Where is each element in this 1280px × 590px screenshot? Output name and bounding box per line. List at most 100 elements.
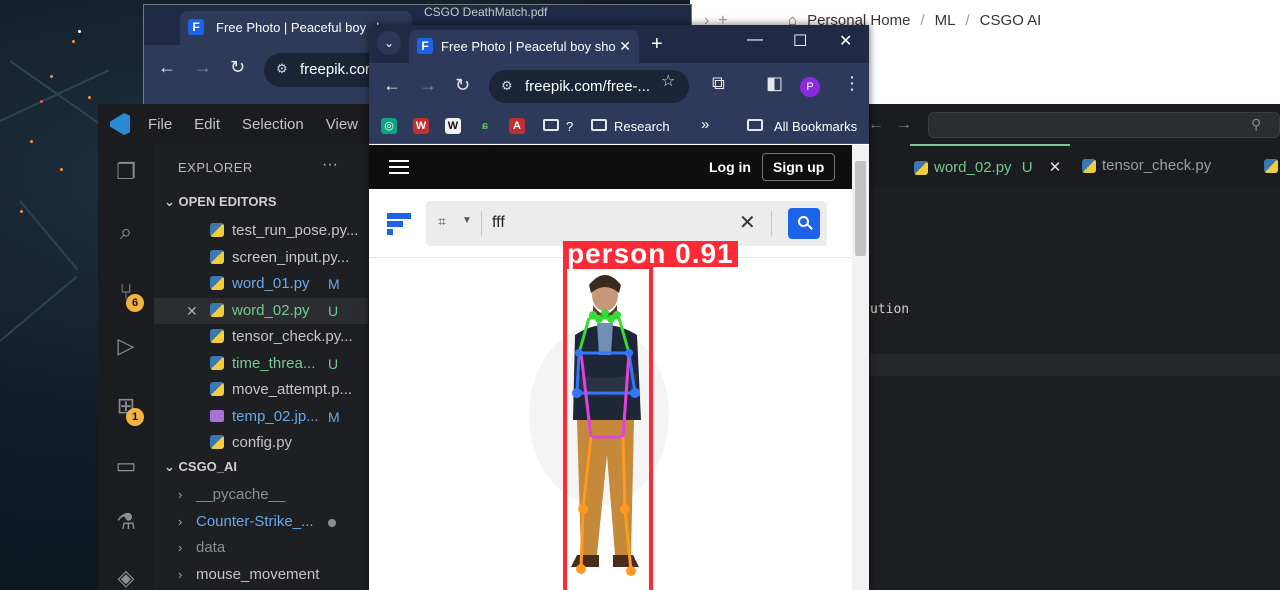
file-name: time_threa... (232, 354, 316, 372)
chevron-down-icon[interactable]: ▼ (462, 215, 472, 226)
open-editor-item[interactable]: word_01.py M (154, 271, 368, 297)
detection-label: person 0.91 (563, 240, 738, 268)
chatgpt-bookmark-icon[interactable]: ◎ (381, 118, 397, 134)
bookmark-folder-research[interactable]: Research (614, 119, 670, 134)
forward-arrow-icon[interactable]: → (194, 57, 212, 78)
breadcrumb-item[interactable]: CSGO AI (980, 12, 1042, 29)
pdf-bookmark-icon[interactable]: A (509, 118, 525, 134)
open-editor-item[interactable]: screen_input.py... (154, 245, 368, 271)
folder-icon (591, 119, 607, 131)
file-name: test_run_pose.py... (232, 222, 359, 239)
tab-overflow[interactable] (1260, 144, 1280, 188)
freepik-page: Log in Sign up ⌗ ▼ fff ✕ person 0.91 (369, 145, 852, 590)
open-editor-item[interactable]: move_attempt.p... (154, 377, 368, 403)
maximize-icon[interactable]: ☐ (793, 31, 807, 51)
all-bookmarks[interactable]: All Bookmarks (774, 119, 857, 134)
python-icon[interactable]: ◈ (112, 564, 140, 590)
open-editor-item[interactable]: time_threa... U (154, 351, 368, 377)
page-scrollbar[interactable] (852, 145, 869, 590)
bookmark-folder-unnamed[interactable]: ? (566, 119, 573, 134)
address-bar[interactable]: ⚙ freepik.com/free-... (489, 70, 689, 103)
git-status: M (328, 276, 340, 292)
site-info-icon[interactable]: ⚙ (276, 61, 288, 77)
nav-forward-icon[interactable]: → (896, 116, 912, 134)
menu-file[interactable]: File (148, 116, 172, 133)
forward-arrow-icon[interactable]: → (419, 75, 437, 96)
signup-button[interactable]: Sign up (762, 153, 836, 181)
tab-search-icon[interactable]: ⌄ (377, 31, 401, 55)
scrollbar-thumb[interactable] (855, 161, 866, 256)
modified-dot-icon (328, 518, 336, 527)
project-header[interactable]: ⌄ CSGO_AI (164, 459, 237, 475)
explorer-icon[interactable]: ❐ (112, 158, 140, 186)
minimize-icon[interactable]: — (747, 31, 763, 49)
side-panel-icon[interactable]: ◧ (766, 73, 783, 94)
bookmark-star-icon[interactable]: ☆ (661, 71, 675, 91)
hamburger-menu-icon[interactable] (389, 160, 409, 174)
new-tab-icon[interactable]: + (651, 33, 663, 56)
foreground-browser-window[interactable]: ⌄ F Free Photo | Peaceful boy sho ✕ + — … (369, 25, 869, 590)
w-white-bookmark-icon[interactable]: W (445, 118, 461, 134)
python-file-icon (1082, 159, 1096, 173)
nav-back-icon[interactable]: ← (868, 116, 884, 134)
menu-selection[interactable]: Selection (242, 116, 304, 133)
python-file-icon (1264, 159, 1278, 173)
current-line-highlight (870, 354, 1280, 376)
search-icon[interactable]: ⌕ (112, 218, 140, 246)
close-icon[interactable]: ✕ (1049, 159, 1062, 176)
close-icon[interactable]: ✕ (186, 298, 198, 324)
breadcrumb-separator: / (965, 12, 970, 29)
filter-icon[interactable]: ⌗ (438, 213, 446, 230)
tab-tensor-check[interactable]: tensor_check.py (1078, 144, 1258, 188)
back-arrow-icon[interactable]: ← (158, 57, 176, 78)
python-file-icon (914, 161, 928, 175)
breadcrumb-item[interactable]: ML (935, 12, 956, 29)
close-icon[interactable]: ✕ (619, 38, 631, 55)
more-menu-icon[interactable]: ⋮ (843, 73, 861, 94)
testing-icon[interactable]: ⚗ (112, 508, 140, 536)
open-editor-item[interactable]: config.py (154, 430, 368, 456)
profile-avatar[interactable]: P (800, 77, 820, 97)
back-arrow-icon[interactable]: ← (383, 75, 401, 96)
extensions-icon[interactable]: ⧉ (712, 73, 725, 94)
chevron-right-icon: › (178, 487, 183, 502)
freepik-logo[interactable] (387, 213, 413, 235)
tab-word-02[interactable]: word_02.py U ✕ (910, 144, 1070, 188)
folder-item[interactable]: › Counter-Strike_... (154, 509, 368, 535)
folder-item[interactable]: › __pycache__ (154, 482, 368, 508)
reload-icon[interactable]: ↻ (230, 57, 245, 78)
open-editor-item[interactable]: test_run_pose.py... (154, 218, 368, 244)
login-link[interactable]: Log in (709, 159, 751, 175)
more-actions-icon[interactable]: ··· (322, 156, 338, 174)
open-editor-item[interactable]: tensor_check.py... (154, 324, 368, 350)
remote-explorer-icon[interactable]: ▭ (112, 452, 140, 480)
site-info-icon[interactable]: ⚙ (501, 78, 513, 94)
freepik-favicon: F (417, 38, 433, 54)
run-debug-icon[interactable]: ▷ (112, 332, 140, 360)
w-red-bookmark-icon[interactable]: W (413, 118, 429, 134)
activity-bar: ❐ ⌕ ⑂ 6 ▷ ⊞ 1 ▭ ⚗ ◈ (98, 144, 154, 590)
leaf-bookmark-icon[interactable]: ɕ (477, 118, 493, 134)
active-tab[interactable]: F Free Photo | Peaceful boy sho ✕ (409, 30, 639, 63)
command-center-search[interactable]: ⚲ (928, 112, 1280, 138)
search-button[interactable] (788, 208, 820, 239)
menu-view[interactable]: View (326, 116, 358, 133)
python-file-icon (210, 249, 224, 264)
back-pdf-tab[interactable]: CSGO DeathMatch.pdf (424, 5, 584, 23)
menu-edit[interactable]: Edit (194, 116, 220, 133)
bookmarks-bar: ◎ W W ɕ A ? Research » All Bookmarks (369, 110, 869, 144)
folder-item[interactable]: › data (154, 535, 368, 561)
open-editors-header[interactable]: ⌄ OPEN EDITORS (164, 194, 277, 210)
reload-icon[interactable]: ↻ (455, 75, 470, 96)
chevron-down-icon: ⌄ (164, 459, 179, 474)
open-editor-item[interactable]: ✕ word_02.py U (154, 297, 368, 324)
close-window-icon[interactable]: ✕ (839, 31, 852, 51)
folder-item[interactable]: › mouse_movement (154, 562, 368, 588)
clear-search-icon[interactable]: ✕ (739, 210, 756, 235)
open-editor-item[interactable]: temp_02.jp... M (154, 404, 368, 430)
search-input[interactable]: fff (492, 214, 505, 232)
back-tab-title: Free Photo | Peaceful boy sh (216, 20, 384, 35)
bookmarks-overflow-icon[interactable]: » (701, 116, 709, 133)
folder-name: mouse_movement (196, 565, 320, 583)
chevron-down-icon: ⌄ (164, 194, 179, 209)
